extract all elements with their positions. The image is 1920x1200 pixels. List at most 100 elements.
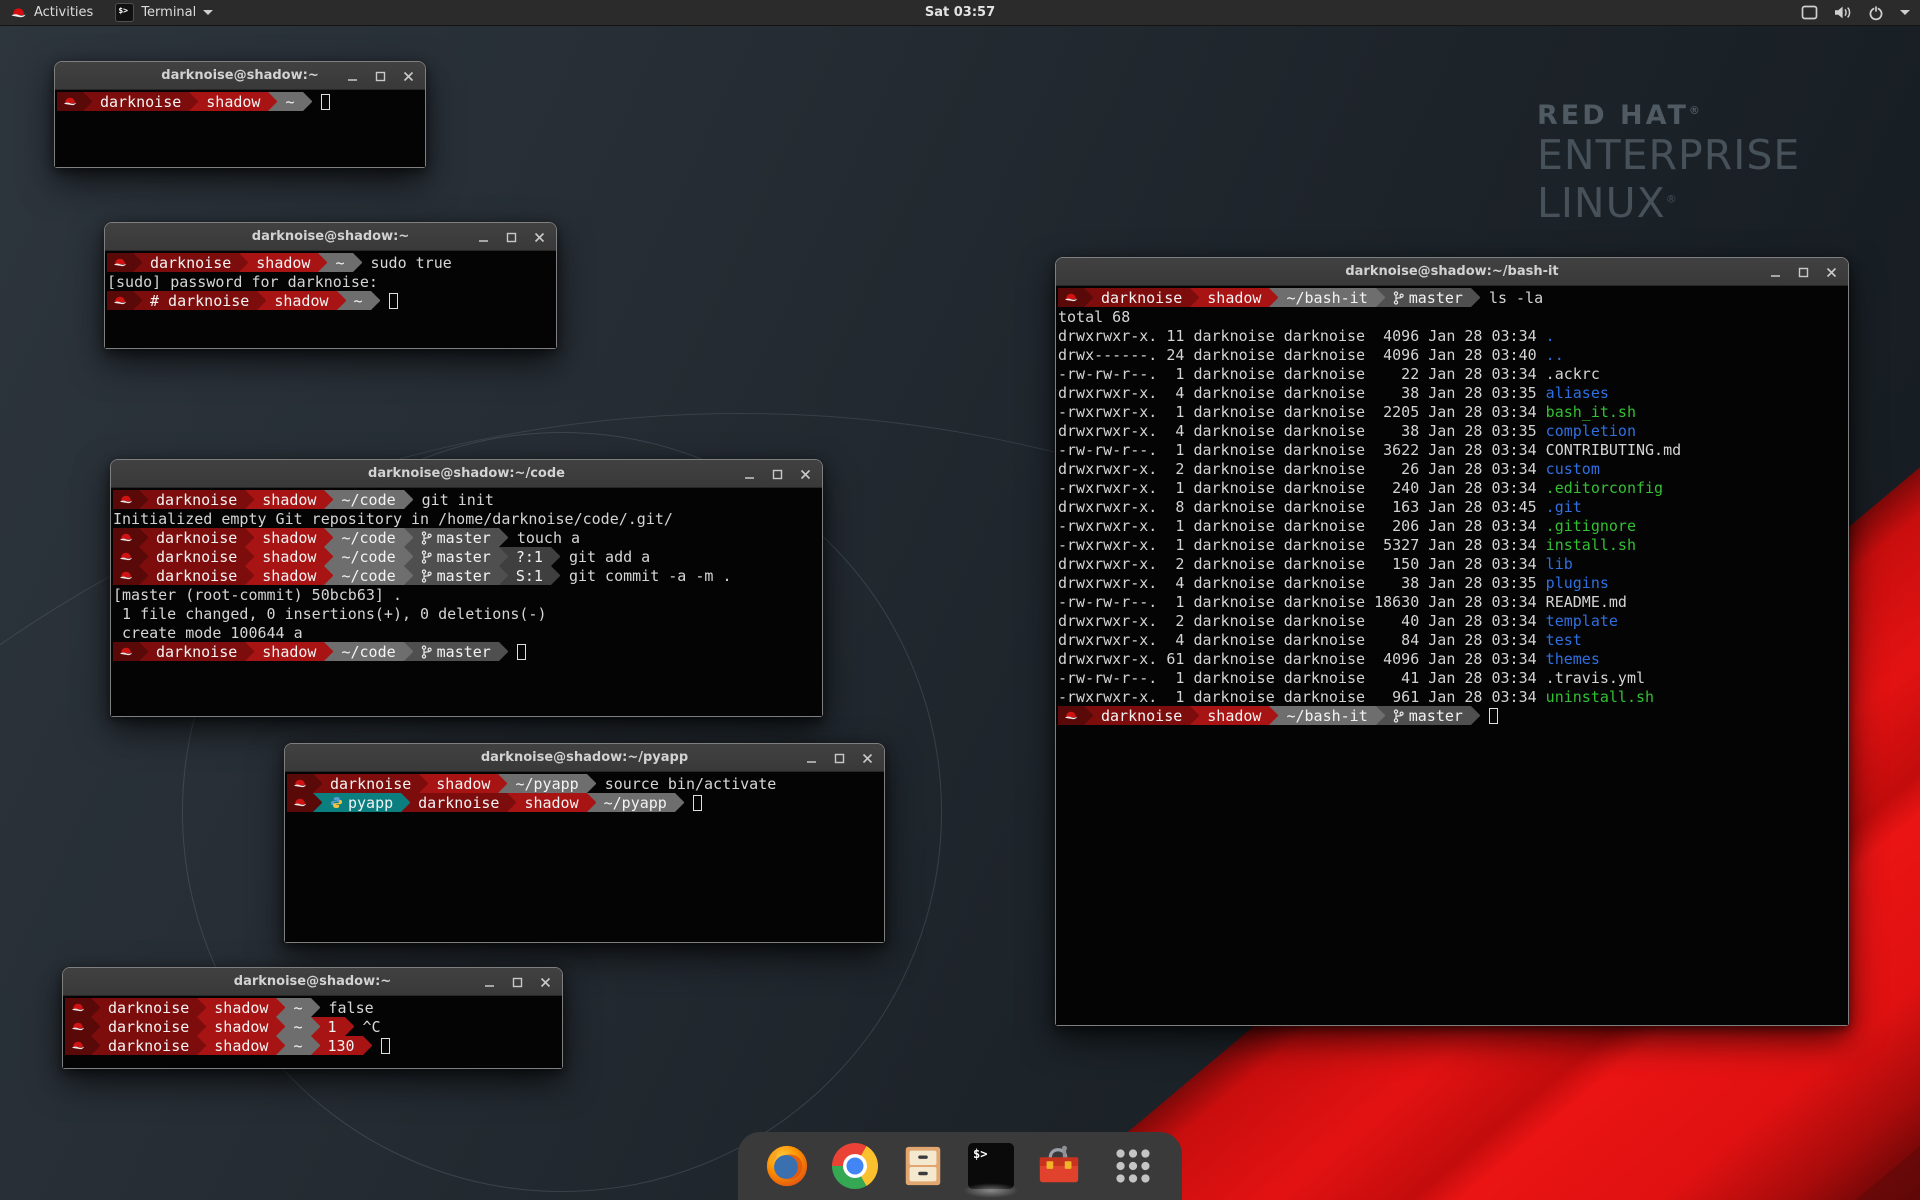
hat-icon: [71, 1040, 85, 1051]
powerline-separator: [197, 1017, 206, 1036]
file-attributes: drwxrwxr-x. 2 darknoise darknoise 26 Jan…: [1058, 460, 1546, 478]
terminal-window-pyapp[interactable]: darknoise@shadow:~/pyapp darknoiseshadow…: [284, 743, 885, 943]
file-attributes: -rw-rw-r--. 1 darknoise darknoise 3622 J…: [1058, 441, 1546, 459]
minimize-button[interactable]: [345, 69, 359, 83]
chevron-down-icon[interactable]: [1900, 10, 1910, 15]
firefox-icon[interactable]: [764, 1143, 810, 1189]
close-button[interactable]: [532, 230, 546, 244]
prompt-segment: shadow: [1199, 288, 1269, 307]
close-button[interactable]: [860, 751, 874, 765]
volume-icon[interactable]: [1834, 5, 1852, 20]
powerline-separator: [1269, 288, 1278, 307]
show-apps-icon[interactable]: [1110, 1143, 1156, 1189]
terminal-line: darknoiseshadow~/codemaster?:1git add a: [113, 547, 822, 566]
powerline-separator: [587, 774, 596, 793]
window-titlebar[interactable]: darknoise@shadow:~/code: [111, 460, 822, 488]
terminal-line: drwx------. 24 darknoise darknoise 4096 …: [1058, 345, 1848, 364]
terminal-content[interactable]: darknoiseshadow~/codegit initInitialized…: [111, 488, 822, 716]
terminal-icon[interactable]: $>: [968, 1143, 1014, 1189]
redhat-prompt-icon: [113, 566, 139, 585]
file-name: uninstall.sh: [1546, 688, 1654, 706]
toolbox-icon[interactable]: [1036, 1143, 1082, 1189]
terminal-app-icon: $>: [115, 3, 134, 22]
prompt-segment: master: [413, 547, 499, 566]
powerline-separator: [91, 1017, 100, 1036]
window-titlebar[interactable]: darknoise@shadow:~: [105, 223, 556, 251]
maximize-button[interactable]: [832, 751, 846, 765]
terminal-window-sudo[interactable]: darknoise@shadow:~ darknoiseshadow~sudo …: [104, 222, 557, 349]
command-text: false: [329, 999, 374, 1017]
terminal-output: total 68: [1058, 308, 1130, 326]
branch-icon: [421, 531, 432, 545]
powerline-separator: [499, 528, 508, 547]
prompt-segment: ~: [285, 1017, 310, 1036]
close-button[interactable]: [798, 467, 812, 481]
terminal-content[interactable]: darknoiseshadow~sudo true[sudo] password…: [105, 251, 556, 348]
maximize-button[interactable]: [770, 467, 784, 481]
prompt-segment: darknoise: [410, 793, 507, 812]
display-icon[interactable]: [1801, 5, 1818, 20]
terminal-content[interactable]: darknoiseshadow~falsedarknoiseshadow~1^C…: [63, 996, 562, 1068]
file-attributes: -rw-rw-r--. 1 darknoise darknoise 41 Jan…: [1058, 669, 1546, 687]
command-text: touch a: [517, 529, 580, 547]
hat-icon: [293, 778, 307, 789]
file-name: README.md: [1546, 593, 1627, 611]
maximize-button[interactable]: [504, 230, 518, 244]
app-menu-terminal[interactable]: $> Terminal: [115, 3, 213, 22]
file-name: .git: [1546, 498, 1582, 516]
terminal-window-exitcodes[interactable]: darknoise@shadow:~ darknoiseshadow~false…: [62, 967, 563, 1069]
redhat-prompt-icon: [65, 1036, 91, 1055]
terminal-content[interactable]: darknoiseshadow~/pyappsource bin/activat…: [285, 772, 884, 942]
terminal-window-bash-it[interactable]: darknoise@shadow:~/bash-it darknoise shad…: [1055, 257, 1849, 1026]
close-button[interactable]: [1824, 265, 1838, 279]
terminal-content[interactable]: darknoiseshadow~: [55, 90, 425, 167]
branch-icon: [421, 645, 432, 659]
file-attributes: drwxrwxr-x. 8 darknoise darknoise 163 Ja…: [1058, 498, 1546, 516]
powerline-separator: [276, 1036, 285, 1055]
powerline-separator: [404, 566, 413, 585]
terminal-content[interactable]: darknoiseshadow~/bash-itmasterls -latota…: [1056, 286, 1848, 1025]
window-titlebar[interactable]: darknoise@shadow:~/bash-it: [1056, 258, 1848, 286]
close-button[interactable]: [401, 69, 415, 83]
file-attributes: drwxrwxr-x. 4 darknoise darknoise 84 Jan…: [1058, 631, 1546, 649]
powerline-separator: [245, 642, 254, 661]
terminal-window-home-small[interactable]: darknoise@shadow:~ darknoiseshadow~: [54, 61, 426, 168]
prompt-segment: shadow: [198, 92, 268, 111]
redhat-prompt-icon: [65, 998, 91, 1017]
file-attributes: -rw-rw-r--. 1 darknoise darknoise 18630 …: [1058, 593, 1546, 611]
window-titlebar[interactable]: darknoise@shadow:~: [55, 62, 425, 90]
powerline-separator: [276, 1017, 285, 1036]
powerline-separator: [1376, 706, 1385, 725]
window-titlebar[interactable]: darknoise@shadow:~/pyapp: [285, 744, 884, 772]
maximize-button[interactable]: [510, 975, 524, 989]
power-icon[interactable]: [1868, 5, 1884, 21]
minimize-button[interactable]: [476, 230, 490, 244]
minimize-button[interactable]: [804, 751, 818, 765]
prompt-segment: ~: [285, 1036, 310, 1055]
minimize-button[interactable]: [482, 975, 496, 989]
window-buttons: [742, 460, 812, 488]
maximize-button[interactable]: [373, 69, 387, 83]
activities-button[interactable]: Activities: [10, 5, 93, 20]
chrome-icon[interactable]: [832, 1143, 878, 1189]
minimize-button[interactable]: [742, 467, 756, 481]
terminal-line: -rw-rw-r--. 1 darknoise darknoise 22 Jan…: [1058, 364, 1848, 383]
window-titlebar[interactable]: darknoise@shadow:~: [63, 968, 562, 996]
powerline-separator: [245, 566, 254, 585]
clock[interactable]: Sat 03:57: [925, 5, 995, 20]
terminal-line: -rw-rw-r--. 1 darknoise darknoise 41 Jan…: [1058, 668, 1848, 687]
prompt-segment: shadow: [254, 490, 324, 509]
desktop: RED HAT® ENTERPRISE LINUX® darknoise@sha…: [0, 0, 1920, 1200]
prompt-segment: darknoise: [1093, 288, 1190, 307]
prompt-segment: darknoise: [148, 547, 245, 566]
maximize-button[interactable]: [1796, 265, 1810, 279]
terminal-cursor: [517, 644, 526, 660]
terminal-window-code[interactable]: darknoise@shadow:~/code darknoiseshadow~…: [110, 459, 823, 717]
file-attributes: -rw-rw-r--. 1 darknoise darknoise 22 Jan…: [1058, 365, 1546, 383]
file-attributes: drwxrwxr-x. 11 darknoise darknoise 4096 …: [1058, 327, 1546, 345]
file-name: aliases: [1546, 384, 1609, 402]
files-icon[interactable]: [900, 1143, 946, 1189]
terminal-line: -rwxrwxr-x. 1 darknoise darknoise 2205 J…: [1058, 402, 1848, 421]
minimize-button[interactable]: [1768, 265, 1782, 279]
close-button[interactable]: [538, 975, 552, 989]
